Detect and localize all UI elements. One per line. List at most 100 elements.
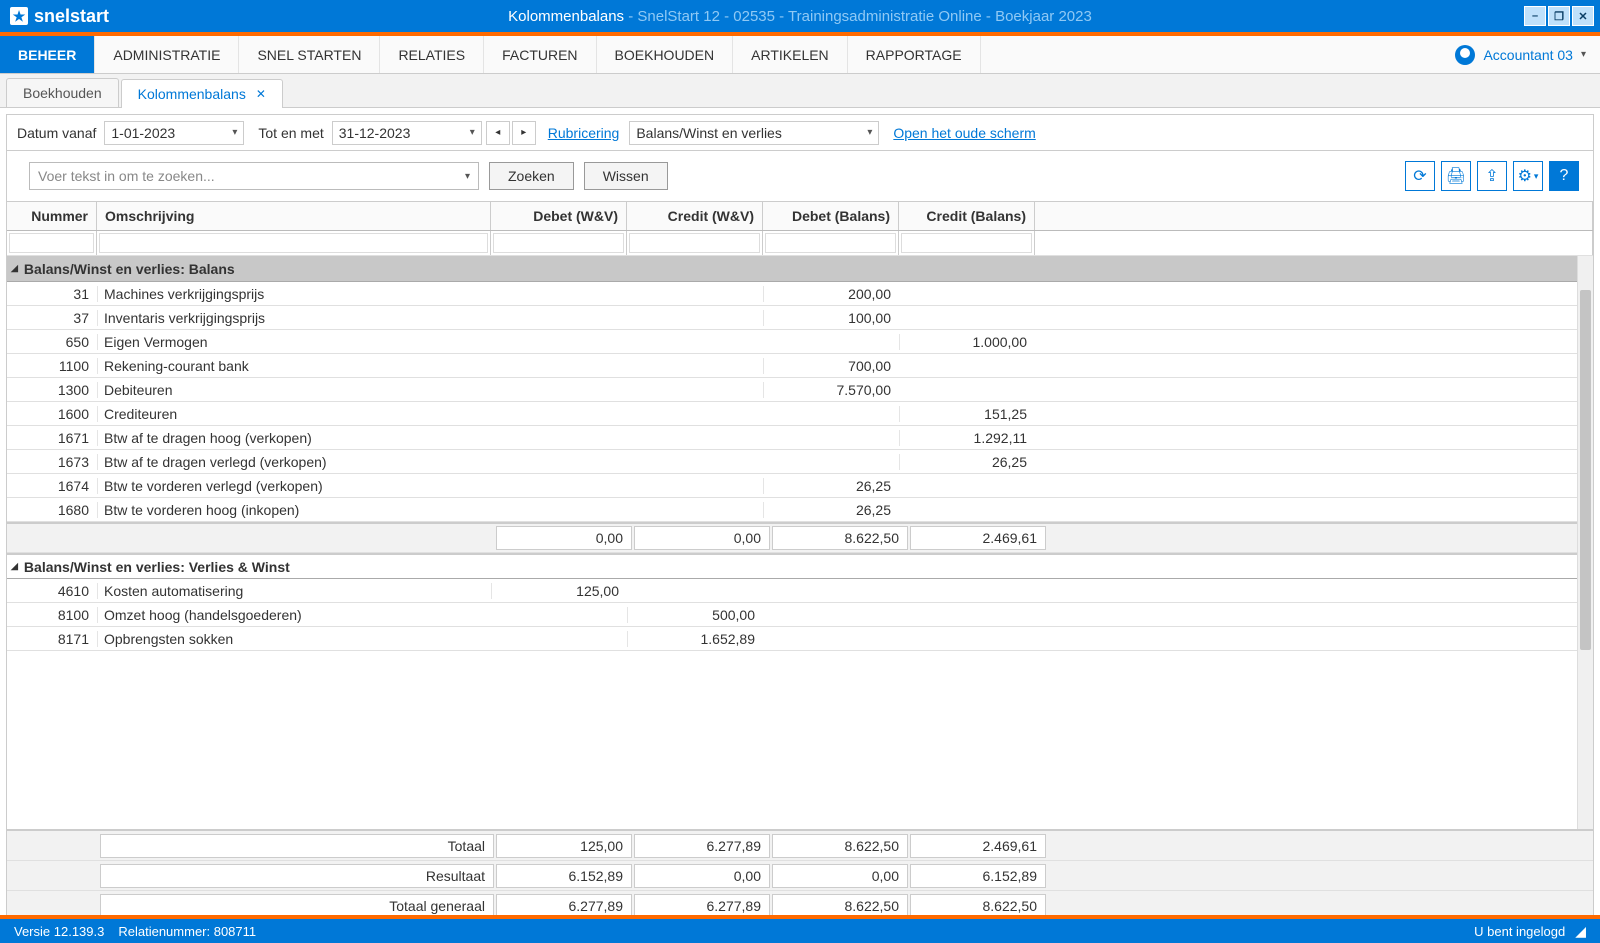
table-row[interactable]: 1671Btw af te dragen hoog (verkopen)1.29… bbox=[7, 426, 1593, 450]
vertical-scrollbar[interactable] bbox=[1577, 256, 1593, 829]
cell-desc: Btw af te dragen verlegd (verkopen) bbox=[97, 454, 491, 470]
tab-boekhouden[interactable]: Boekhouden bbox=[6, 78, 119, 107]
resultaat-label: Resultaat bbox=[100, 864, 494, 888]
collapse-icon: ◢ bbox=[11, 263, 18, 274]
work-area: Datum vanaf 1-01-2023 ▾ Tot en met 31-12… bbox=[6, 114, 1594, 922]
settings-icon[interactable]: ⚙▾ bbox=[1513, 161, 1543, 191]
filter-debet-balans[interactable] bbox=[765, 233, 896, 253]
rubricering-combo[interactable]: Balans/Winst en verlies ▾ bbox=[629, 121, 879, 145]
nav-artikelen[interactable]: ARTIKELEN bbox=[733, 36, 848, 73]
grid-body[interactable]: ◢ Balans/Winst en verlies: Balans 31Mach… bbox=[7, 256, 1593, 829]
table-row[interactable]: 8100Omzet hoog (handelsgoederen)500,00 bbox=[7, 603, 1593, 627]
col-credit-wv[interactable]: Credit (W&V) bbox=[627, 202, 763, 230]
cell-desc: Opbrengsten sokken bbox=[97, 631, 491, 647]
cell-cb: 151,25 bbox=[899, 406, 1035, 422]
table-row[interactable]: 1680Btw te vorderen hoog (inkopen)26,25 bbox=[7, 498, 1593, 522]
filter-omschrijving[interactable] bbox=[99, 233, 488, 253]
col-credit-balans[interactable]: Credit (Balans) bbox=[899, 202, 1035, 230]
signal-icon: ◢ bbox=[1575, 923, 1586, 940]
cell-num: 1680 bbox=[7, 502, 97, 518]
table-row[interactable]: 1674Btw te vorderen verlegd (verkopen)26… bbox=[7, 474, 1593, 498]
subtotal-cwv: 0,00 bbox=[634, 526, 770, 550]
cell-num: 31 bbox=[7, 286, 97, 302]
maximize-button[interactable]: ❐ bbox=[1548, 6, 1570, 26]
window-title: Kolommenbalans - SnelStart 12 - 02535 - … bbox=[0, 8, 1600, 25]
cell-db: 200,00 bbox=[763, 286, 899, 302]
nav-beheer[interactable]: BEHEER bbox=[0, 36, 95, 73]
export-icon[interactable]: ⇪ bbox=[1477, 161, 1507, 191]
group-balans[interactable]: ◢ Balans/Winst en verlies: Balans bbox=[7, 256, 1593, 282]
subtotal-db: 8.622,50 bbox=[772, 526, 908, 550]
main-nav: BEHEER ADMINISTRATIE SNEL STARTEN RELATI… bbox=[0, 36, 1600, 74]
cell-desc: Btw te vorderen verlegd (verkopen) bbox=[97, 478, 491, 494]
cell-num: 1300 bbox=[7, 382, 97, 398]
cell-num: 1600 bbox=[7, 406, 97, 422]
table-row[interactable]: 1673Btw af te dragen verlegd (verkopen)2… bbox=[7, 450, 1593, 474]
nav-rapportage[interactable]: RAPPORTAGE bbox=[848, 36, 981, 73]
cell-db: 100,00 bbox=[763, 310, 899, 326]
nav-administratie[interactable]: ADMINISTRATIE bbox=[95, 36, 239, 73]
table-row[interactable]: 1300Debiteuren7.570,00 bbox=[7, 378, 1593, 402]
cell-num: 4610 bbox=[7, 583, 97, 599]
app-logo: ★ snelstart bbox=[10, 6, 109, 27]
group-verlies-winst[interactable]: ◢ Balans/Winst en verlies: Verlies & Win… bbox=[7, 553, 1593, 579]
date-to-label: Tot en met bbox=[248, 125, 331, 141]
chevron-down-icon: ▾ bbox=[1581, 49, 1586, 60]
title-sub: - SnelStart 12 - 02535 - Trainingsadmini… bbox=[628, 8, 1092, 25]
filter-nummer[interactable] bbox=[9, 233, 94, 253]
toolbar-icons: ⟳ 🖨 ⇪ ⚙▾ ? bbox=[1405, 161, 1579, 191]
col-omschrijving[interactable]: Omschrijving bbox=[97, 202, 491, 230]
filter-credit-balans[interactable] bbox=[901, 233, 1032, 253]
logo-star-icon: ★ bbox=[10, 7, 28, 25]
scrollbar-thumb[interactable] bbox=[1580, 290, 1591, 650]
nav-facturen[interactable]: FACTUREN bbox=[484, 36, 596, 73]
col-nummer[interactable]: Nummer bbox=[7, 202, 97, 230]
date-next-button[interactable]: ▸ bbox=[512, 121, 536, 145]
table-row[interactable]: 1100Rekening-courant bank700,00 bbox=[7, 354, 1593, 378]
minimize-button[interactable]: – bbox=[1524, 6, 1546, 26]
nav-boekhouden[interactable]: BOEKHOUDEN bbox=[597, 36, 734, 73]
search-button[interactable]: Zoeken bbox=[489, 162, 574, 190]
toolbar: Voer tekst in om te zoeken... ▾ Zoeken W… bbox=[7, 151, 1593, 201]
date-prev-button[interactable]: ◂ bbox=[486, 121, 510, 145]
cell-cwv: 500,00 bbox=[627, 607, 763, 623]
subtotal-balans: 0,00 0,00 8.622,50 2.469,61 bbox=[7, 522, 1593, 553]
help-icon[interactable]: ? bbox=[1549, 161, 1579, 191]
refresh-icon[interactable]: ⟳ bbox=[1405, 161, 1435, 191]
table-row[interactable]: 4610Kosten automatisering125,00 bbox=[7, 579, 1593, 603]
print-icon[interactable]: 🖨 bbox=[1441, 161, 1471, 191]
title-bar: ★ snelstart Kolommenbalans - SnelStart 1… bbox=[0, 0, 1600, 32]
cell-desc: Kosten automatisering bbox=[97, 583, 491, 599]
col-debet-wv[interactable]: Debet (W&V) bbox=[491, 202, 627, 230]
cell-num: 1100 bbox=[7, 358, 97, 374]
nav-snelstarten[interactable]: SNEL STARTEN bbox=[239, 36, 380, 73]
filter-bar: Datum vanaf 1-01-2023 ▾ Tot en met 31-12… bbox=[7, 115, 1593, 151]
table-row[interactable]: 650Eigen Vermogen1.000,00 bbox=[7, 330, 1593, 354]
title-main: Kolommenbalans bbox=[508, 8, 624, 25]
table-row[interactable]: 31Machines verkrijgingsprijs 200,00 bbox=[7, 282, 1593, 306]
col-debet-balans[interactable]: Debet (Balans) bbox=[763, 202, 899, 230]
tab-kolommenbalans[interactable]: Kolommenbalans ✕ bbox=[121, 79, 283, 108]
table-row[interactable]: 8171Opbrengsten sokken1.652,89 bbox=[7, 627, 1593, 651]
close-tab-icon[interactable]: ✕ bbox=[256, 87, 266, 101]
tab-label: Kolommenbalans bbox=[138, 86, 246, 102]
rubricering-link[interactable]: Rubricering bbox=[538, 125, 630, 141]
clear-button[interactable]: Wissen bbox=[584, 162, 668, 190]
cell-db: 700,00 bbox=[763, 358, 899, 374]
cell-num: 8171 bbox=[7, 631, 97, 647]
search-input[interactable]: Voer tekst in om te zoeken... ▾ bbox=[29, 162, 479, 190]
date-from-value: 1-01-2023 bbox=[111, 125, 175, 141]
filter-debet-wv[interactable] bbox=[493, 233, 624, 253]
open-old-screen-link[interactable]: Open het oude scherm bbox=[883, 125, 1045, 141]
user-menu[interactable]: Accountant 03 ▾ bbox=[1455, 45, 1586, 65]
date-to-combo[interactable]: 31-12-2023 ▾ bbox=[332, 121, 482, 145]
table-row[interactable]: 37Inventaris verkrijgingsprijs100,00 bbox=[7, 306, 1593, 330]
nav-relaties[interactable]: RELATIES bbox=[380, 36, 484, 73]
cell-desc: Machines verkrijgingsprijs bbox=[97, 286, 491, 302]
chevron-down-icon: ▾ bbox=[465, 171, 470, 182]
group-title: Balans/Winst en verlies: Verlies & Winst bbox=[24, 559, 290, 575]
table-row[interactable]: 1600Crediteuren151,25 bbox=[7, 402, 1593, 426]
filter-credit-wv[interactable] bbox=[629, 233, 760, 253]
close-button[interactable]: ✕ bbox=[1572, 6, 1594, 26]
date-from-combo[interactable]: 1-01-2023 ▾ bbox=[104, 121, 244, 145]
